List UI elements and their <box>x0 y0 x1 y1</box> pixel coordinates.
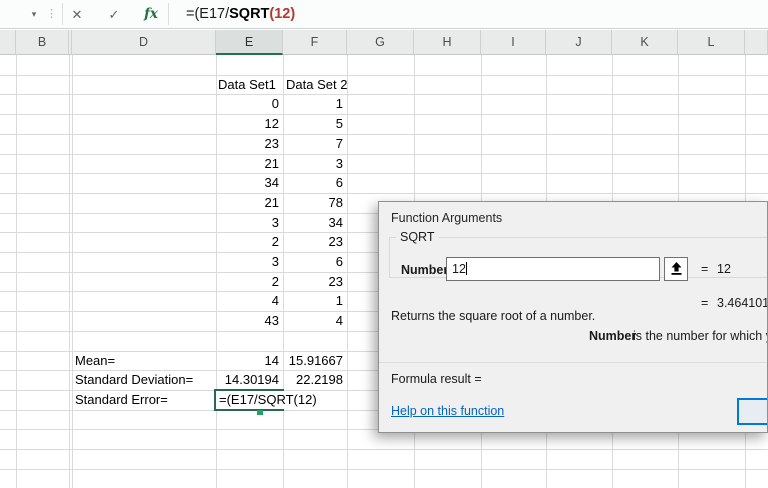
argument-help-label: Number <box>589 326 636 346</box>
cell-stat-f-value[interactable]: 15.91667 <box>284 351 343 371</box>
enter-icon[interactable]: ✓ <box>105 0 123 29</box>
name-box-dropdown-icon[interactable]: ▾ <box>26 0 42 29</box>
gridline <box>0 173 768 174</box>
formula-bar: ▾ ⋮ ✕ ✓ fx =(E17/SQRT(12) <box>0 0 768 29</box>
cell-data-set2-value[interactable]: 23 <box>284 272 343 292</box>
number-input-value: 12 <box>452 262 466 276</box>
ok-button[interactable] <box>737 398 768 425</box>
cell-data-set2-value[interactable]: 23 <box>284 232 343 252</box>
grip-dots-icon[interactable]: ⋮ <box>44 0 58 29</box>
column-header-H[interactable]: H <box>414 30 481 55</box>
gridline <box>0 469 768 470</box>
cell-data-set2-value[interactable]: 1 <box>284 94 343 114</box>
function-description: Returns the square root of a number. <box>391 306 595 326</box>
gridline <box>0 134 768 135</box>
number-argument-label: Number <box>401 258 448 282</box>
edit-cell-formula: =(E17/SQRT(12) <box>219 391 320 409</box>
cell-data-set2-value[interactable]: 7 <box>284 134 343 154</box>
number-argument-input[interactable]: 12 <box>446 257 660 281</box>
divider <box>168 3 169 25</box>
cell-data-set2-value[interactable]: 5 <box>284 114 343 134</box>
gridline <box>0 75 768 76</box>
cell-data-set2-value[interactable]: 6 <box>284 173 343 193</box>
gridline <box>0 154 768 155</box>
column-header-F[interactable]: F <box>283 30 347 55</box>
cell-data-set1-value[interactable]: 34 <box>216 173 279 193</box>
column-header-K[interactable]: K <box>612 30 678 55</box>
formula-function-name: SQRT <box>229 6 269 22</box>
cell-stat-e-value[interactable]: 14.30194 <box>216 370 279 390</box>
active-edit-cell[interactable]: =(E17/SQRT(12) <box>214 389 284 411</box>
column-header-D[interactable]: D <box>72 30 216 55</box>
cell-e2-data-set1-header[interactable]: Data Set1 <box>218 75 276 95</box>
cell-data-set1-value[interactable]: 0 <box>216 94 279 114</box>
function-name-label: SQRT <box>396 230 439 244</box>
column-header-I[interactable]: I <box>481 30 546 55</box>
cell-data-set2-value[interactable]: 78 <box>284 193 343 213</box>
formula-argument: (12) <box>269 6 295 22</box>
insert-function-icon[interactable]: fx <box>141 0 161 29</box>
function-result-value: 3.46410161 <box>717 293 768 313</box>
cell-data-set1-value[interactable]: 3 <box>216 252 279 272</box>
cell-data-set2-value[interactable]: 34 <box>284 213 343 233</box>
column-header-J[interactable]: J <box>546 30 612 55</box>
cell-data-set1-value[interactable]: 3 <box>216 213 279 233</box>
collapse-dialog-icon <box>670 265 683 279</box>
formula-bar-input[interactable]: =(E17/SQRT(12) <box>186 0 295 29</box>
cell-data-set2-value[interactable]: 6 <box>284 252 343 272</box>
cell-data-set1-value[interactable]: 12 <box>216 114 279 134</box>
column-header-G[interactable]: G <box>347 30 414 55</box>
cell-data-set2-value[interactable]: 3 <box>284 154 343 174</box>
cell-stat-label[interactable]: Standard Deviation= <box>75 370 193 390</box>
cell-data-set1-value[interactable]: 21 <box>216 154 279 174</box>
cell-stat-e-value[interactable]: 14 <box>216 351 279 371</box>
equals-sign: = <box>701 259 708 279</box>
column-header-blank[interactable] <box>0 30 16 55</box>
edit-cell-handle[interactable] <box>257 410 263 415</box>
column-header-blank[interactable] <box>745 30 768 55</box>
cell-data-set2-value[interactable]: 4 <box>284 311 343 331</box>
help-on-function-link[interactable]: Help on this function <box>391 401 504 421</box>
gridline <box>0 94 768 95</box>
cell-data-set1-value[interactable]: 4 <box>216 291 279 311</box>
formula-result-label: Formula result = <box>391 369 482 389</box>
argument-help-text: is the number for which you <box>633 326 768 346</box>
collapse-dialog-button[interactable] <box>664 257 688 281</box>
formula-prefix: =(E17/ <box>186 6 229 22</box>
cell-data-set1-value[interactable]: 21 <box>216 193 279 213</box>
cell-data-set1-value[interactable]: 2 <box>216 272 279 292</box>
cell-stat-label[interactable]: Mean= <box>75 351 115 371</box>
text-caret <box>466 262 467 275</box>
cell-data-set1-value[interactable]: 2 <box>216 232 279 252</box>
gridline <box>0 449 768 450</box>
divider <box>379 362 767 363</box>
cancel-icon[interactable]: ✕ <box>68 0 86 29</box>
gridline <box>0 114 768 115</box>
column-header-E[interactable]: E <box>216 30 283 55</box>
function-arguments-dialog: Function Arguments SQRT Number 12 = 12 =… <box>378 201 768 433</box>
equals-sign: = <box>701 293 708 313</box>
excel-window: ▾ ⋮ ✕ ✓ fx =(E17/SQRT(12) BDEFGHIJKL Dat… <box>0 0 768 488</box>
cell-data-set1-value[interactable]: 43 <box>216 311 279 331</box>
divider <box>62 3 63 25</box>
dialog-title[interactable]: Function Arguments <box>391 208 502 228</box>
cell-data-set1-value[interactable]: 23 <box>216 134 279 154</box>
cell-stat-label[interactable]: Standard Error= <box>75 390 168 410</box>
argument-result-value: 12 <box>717 259 731 279</box>
column-headers: BDEFGHIJKL <box>0 30 768 55</box>
gridline <box>0 193 768 194</box>
column-header-B[interactable]: B <box>16 30 69 55</box>
cell-f2-data-set2-header[interactable]: Data Set 2 <box>286 75 347 95</box>
cell-data-set2-value[interactable]: 1 <box>284 291 343 311</box>
column-header-L[interactable]: L <box>678 30 745 55</box>
cell-stat-f-value[interactable]: 22.2198 <box>284 370 343 390</box>
